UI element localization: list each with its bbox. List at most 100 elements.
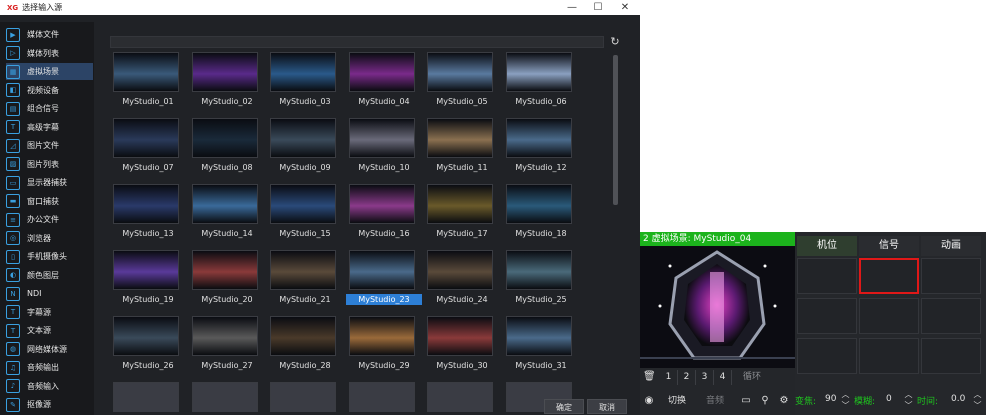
refresh-icon[interactable]: ↻ <box>609 35 621 48</box>
studio-thumbnail[interactable] <box>270 118 336 158</box>
studio-thumbnail[interactable] <box>192 118 258 158</box>
switch-button[interactable]: 切换 <box>668 394 686 408</box>
scrollbar[interactable] <box>613 55 618 205</box>
sidebar-item[interactable]: ♪ 音频输入 <box>6 378 93 395</box>
studio-thumbnail[interactable] <box>427 118 493 158</box>
sidebar-item[interactable]: ◐ 颜色图层 <box>6 267 93 284</box>
camera-slot[interactable] <box>921 298 981 334</box>
zoom-value[interactable]: 90 <box>825 394 836 404</box>
camera-slot[interactable] <box>859 298 919 334</box>
sidebar-item[interactable]: ▭ 显示器捕获 <box>6 174 93 191</box>
studio-thumbnail[interactable] <box>349 52 415 92</box>
studio-thumbnail[interactable] <box>506 184 572 224</box>
studio-thumbnail[interactable] <box>270 52 336 92</box>
sidebar-item[interactable]: ♫ 音频输出 <box>6 359 93 376</box>
studio-name: MyStudio_23 <box>346 294 422 305</box>
audio-button[interactable]: 音频 <box>706 394 724 408</box>
sidebar-item[interactable]: ≡ 办公文件 <box>6 211 93 228</box>
sidebar-item[interactable]: ◎ 浏览器 <box>6 230 93 247</box>
gear-icon[interactable]: ⚙ <box>778 394 790 408</box>
sidebar-item[interactable]: T 高级字幕 <box>6 119 93 136</box>
tab-camera[interactable]: 机位 <box>797 236 857 256</box>
sidebar-item[interactable]: ▨ 图片列表 <box>6 156 93 173</box>
studio-thumbnail[interactable] <box>427 382 493 412</box>
minimize-button[interactable]: — <box>559 0 585 15</box>
blur-stepper[interactable]: ︿ ﹀ <box>904 389 913 411</box>
tab-animation[interactable]: 动画 <box>921 236 981 256</box>
camera-slot[interactable] <box>921 338 981 374</box>
keying-source-icon: ✎ <box>6 397 20 412</box>
layer-tab-3[interactable]: 3 <box>696 370 714 385</box>
camera-slot[interactable] <box>797 298 857 334</box>
sidebar-item[interactable]: N NDI <box>6 285 93 302</box>
studio-thumbnail[interactable] <box>192 382 258 412</box>
selected-slot[interactable] <box>859 258 919 294</box>
studio-name: MyStudio_11 <box>436 163 488 172</box>
sidebar-item[interactable]: ▷ 媒体列表 <box>6 45 93 62</box>
sidebar-item[interactable]: ◍ 网络媒体源 <box>6 341 93 358</box>
location-pin-icon[interactable]: ⚲ <box>759 394 771 408</box>
studio-thumbnail[interactable] <box>113 316 179 356</box>
studio-thumbnail[interactable] <box>427 316 493 356</box>
studio-thumbnail[interactable] <box>270 316 336 356</box>
tab-signal[interactable]: 信号 <box>859 236 919 256</box>
studio-thumbnail[interactable] <box>113 382 179 412</box>
camera-slot[interactable] <box>859 338 919 374</box>
monitor-icon[interactable]: ▭ <box>740 394 752 408</box>
layer-tab-4[interactable]: 4 <box>714 370 732 385</box>
delete-icon[interactable]: 🗑 <box>643 370 656 384</box>
studio-thumbnail[interactable] <box>506 118 572 158</box>
studio-thumbnail[interactable] <box>349 382 415 412</box>
sidebar-item[interactable]: ◿ 图片文件 <box>6 137 93 154</box>
sidebar-item-label: 颜色图层 <box>27 270 59 280</box>
close-button[interactable]: ✕ <box>612 0 638 15</box>
camera-slot[interactable] <box>797 338 857 374</box>
sidebar-item[interactable]: ▬ 窗口捕获 <box>6 193 93 210</box>
time-value[interactable]: 0.0 <box>951 394 965 404</box>
zoom-stepper[interactable]: ︿ ﹀ <box>841 389 850 411</box>
layer-tab-1[interactable]: 1 <box>660 370 678 385</box>
studio-thumbnail[interactable] <box>113 184 179 224</box>
studio-thumbnail[interactable] <box>192 316 258 356</box>
studio-thumbnail[interactable] <box>113 52 179 92</box>
sidebar-item[interactable]: ✎ 抠像源 <box>6 396 93 413</box>
studio-thumbnail[interactable] <box>192 250 258 290</box>
studio-thumbnail[interactable] <box>506 52 572 92</box>
sidebar-item[interactable]: ▦ 虚拟场景 <box>6 63 93 80</box>
studio-thumbnail[interactable] <box>192 52 258 92</box>
studio-thumbnail[interactable] <box>506 316 572 356</box>
studio-thumbnail[interactable] <box>270 382 336 412</box>
studio-thumbnail[interactable] <box>427 250 493 290</box>
studio-thumbnail[interactable] <box>113 250 179 290</box>
studio-thumbnail[interactable] <box>427 184 493 224</box>
sidebar-item[interactable]: ◧ 视频设备 <box>6 82 93 99</box>
studio-thumbnail[interactable] <box>270 184 336 224</box>
sidebar-item[interactable]: T 文本源 <box>6 322 93 339</box>
sidebar-item[interactable]: T 字幕源 <box>6 304 93 321</box>
studio-thumbnail[interactable] <box>113 118 179 158</box>
path-bar[interactable] <box>110 36 604 48</box>
maximize-button[interactable]: ☐ <box>585 0 611 15</box>
loop-button[interactable]: 循环 <box>732 370 772 385</box>
studio-thumbnail[interactable] <box>506 250 572 290</box>
confirm-button[interactable]: 确定 <box>544 399 584 414</box>
eye-icon[interactable]: ◉ <box>643 394 655 408</box>
studio-name: MyStudio_26 <box>122 361 174 370</box>
time-stepper[interactable]: ︿ ﹀ <box>973 389 982 411</box>
sidebar-item[interactable]: ▯ 手机摄像头 <box>6 248 93 265</box>
studio-thumbnail[interactable] <box>427 52 493 92</box>
studio-thumbnail[interactable] <box>192 184 258 224</box>
studio-thumbnail[interactable] <box>349 184 415 224</box>
sidebar-item[interactable]: ▤ 组合信号 <box>6 100 93 117</box>
studio-thumbnail[interactable] <box>349 316 415 356</box>
sidebar-item[interactable]: ▶ 媒体文件 <box>6 26 93 43</box>
camera-slot[interactable] <box>921 258 981 294</box>
sidebar-item-label: NDI <box>27 289 42 298</box>
studio-thumbnail[interactable] <box>349 118 415 158</box>
cancel-button[interactable]: 取消 <box>587 399 627 414</box>
camera-slot[interactable] <box>797 258 857 294</box>
layer-tab-2[interactable]: 2 <box>678 370 696 385</box>
blur-value[interactable]: 0 <box>886 394 892 404</box>
studio-thumbnail[interactable] <box>349 250 415 290</box>
studio-thumbnail[interactable] <box>270 250 336 290</box>
